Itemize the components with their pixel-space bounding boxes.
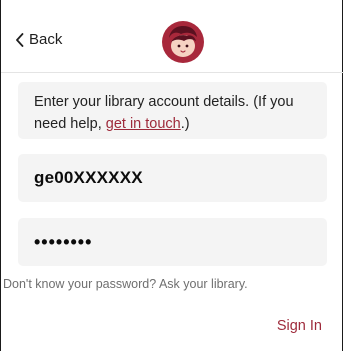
- get-in-touch-link[interactable]: get in touch: [106, 116, 181, 132]
- library-card-value: ge00XXXXXX: [34, 168, 143, 187]
- password-field[interactable]: ••••••••: [18, 218, 327, 266]
- libby-logo-icon: [161, 20, 205, 64]
- instructions-text-end: .): [180, 116, 190, 132]
- password-hint: Don't know your password? Ask your libra…: [3, 277, 248, 291]
- chevron-left-icon: [15, 32, 24, 47]
- password-value: ••••••••: [34, 231, 93, 252]
- back-label: Back: [29, 31, 63, 48]
- sign-in-button[interactable]: Sign In: [277, 318, 322, 334]
- back-button[interactable]: Back: [15, 31, 62, 48]
- login-screen: Back Enter your library account details.…: [0, 0, 344, 351]
- library-card-field[interactable]: ge00XXXXXX: [18, 154, 327, 202]
- instructions-box: Enter your library account details. (If …: [18, 82, 327, 139]
- header-bar: Back: [1, 0, 344, 73]
